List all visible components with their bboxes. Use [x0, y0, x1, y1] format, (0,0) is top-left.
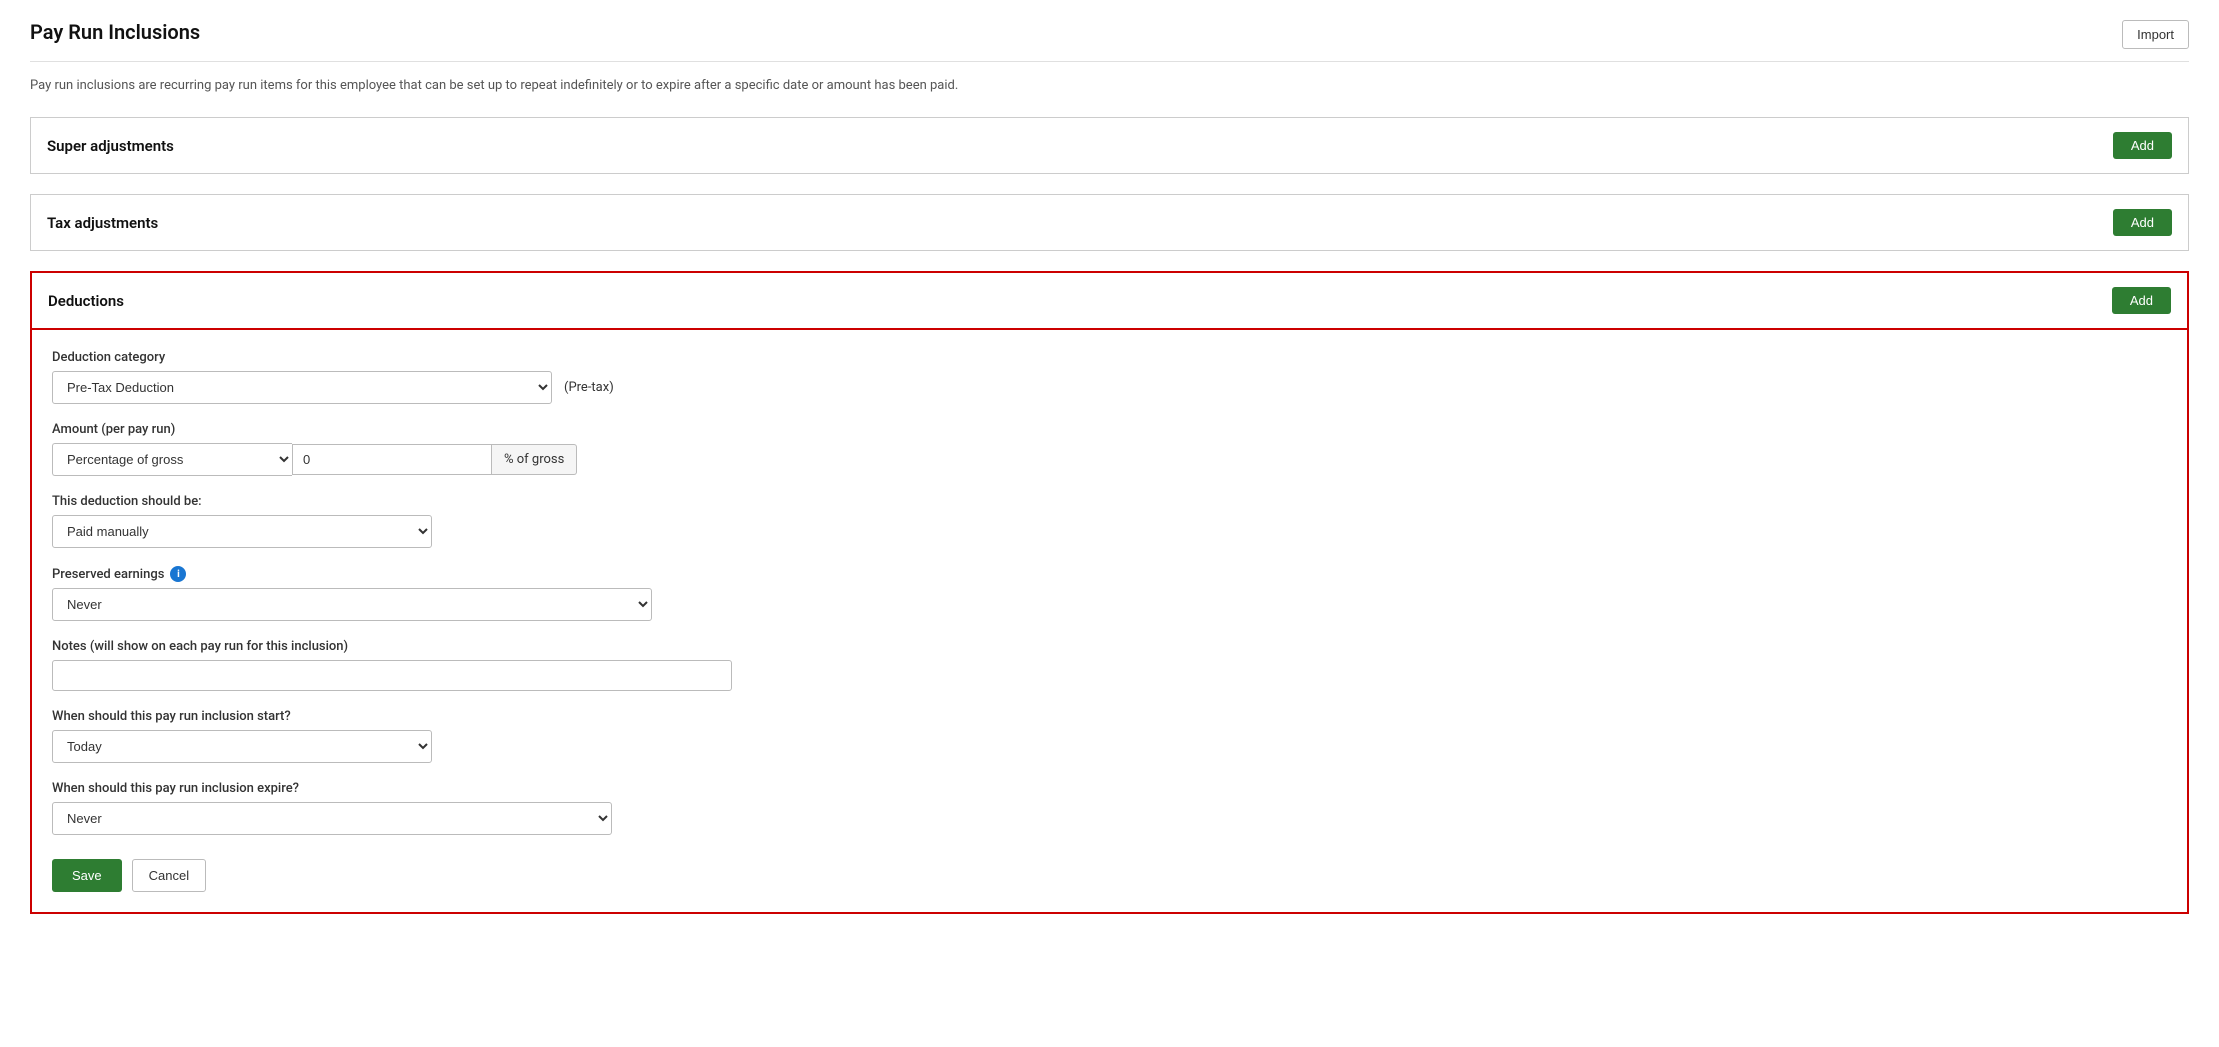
- preserved-earnings-group: Preserved earnings i Never Weekly Fortni…: [52, 566, 2167, 621]
- amount-suffix: % of gross: [492, 444, 577, 475]
- deductions-header: Deductions Add: [30, 271, 2189, 330]
- expire-group: When should this pay run inclusion expir…: [52, 781, 2167, 835]
- deduction-category-select[interactable]: Pre-Tax Deduction Post-Tax Deduction: [52, 371, 552, 404]
- start-group: When should this pay run inclusion start…: [52, 709, 2167, 763]
- expire-select[interactable]: Never After a specific date After a spec…: [52, 802, 612, 835]
- deduction-should-be-select[interactable]: Paid manually Paid electronically: [52, 515, 432, 548]
- preserved-earnings-select[interactable]: Never Weekly Fortnightly Monthly: [52, 588, 652, 621]
- notes-group: Notes (will show on each pay run for thi…: [52, 639, 2167, 691]
- form-actions: Save Cancel: [52, 859, 2167, 892]
- import-button[interactable]: Import: [2122, 20, 2189, 49]
- preserved-earnings-info-icon[interactable]: i: [170, 566, 186, 582]
- tax-adjustments-add-button[interactable]: Add: [2113, 209, 2172, 236]
- notes-label: Notes (will show on each pay run for thi…: [52, 639, 2167, 654]
- deductions-form: Deduction category Pre-Tax Deduction Pos…: [30, 330, 2189, 914]
- amount-group: Amount (per pay run) Percentage of gross…: [52, 422, 2167, 476]
- super-adjustments-add-button[interactable]: Add: [2113, 132, 2172, 159]
- deductions-section: Deductions Add Deduction category Pre-Ta…: [30, 271, 2189, 914]
- expire-label: When should this pay run inclusion expir…: [52, 781, 2167, 796]
- super-adjustments-title: Super adjustments: [47, 137, 174, 155]
- amount-type-select[interactable]: Percentage of gross Fixed amount: [52, 443, 292, 476]
- deduction-category-label: Deduction category: [52, 350, 2167, 365]
- deduction-should-be-group: This deduction should be: Paid manually …: [52, 494, 2167, 548]
- start-select[interactable]: Today Custom date: [52, 730, 432, 763]
- cancel-button[interactable]: Cancel: [132, 859, 206, 892]
- amount-row: Percentage of gross Fixed amount % of gr…: [52, 443, 2167, 476]
- tax-adjustments-title: Tax adjustments: [47, 214, 158, 232]
- page-title: Pay Run Inclusions: [30, 20, 200, 44]
- preserved-earnings-label: Preserved earnings i: [52, 566, 2167, 582]
- pre-tax-tag: (Pre-tax): [564, 380, 614, 395]
- deductions-title: Deductions: [48, 292, 124, 310]
- deduction-category-row: Pre-Tax Deduction Post-Tax Deduction (Pr…: [52, 371, 2167, 404]
- page-description: Pay run inclusions are recurring pay run…: [30, 78, 2189, 93]
- deduction-should-be-label: This deduction should be:: [52, 494, 2167, 509]
- tax-adjustments-section: Tax adjustments Add: [30, 194, 2189, 251]
- start-label: When should this pay run inclusion start…: [52, 709, 2167, 724]
- amount-value-input[interactable]: [292, 444, 492, 475]
- deductions-add-button[interactable]: Add: [2112, 287, 2171, 314]
- amount-label: Amount (per pay run): [52, 422, 2167, 437]
- save-button[interactable]: Save: [52, 859, 122, 892]
- notes-input[interactable]: [52, 660, 732, 691]
- deduction-category-group: Deduction category Pre-Tax Deduction Pos…: [52, 350, 2167, 404]
- super-adjustments-section: Super adjustments Add: [30, 117, 2189, 174]
